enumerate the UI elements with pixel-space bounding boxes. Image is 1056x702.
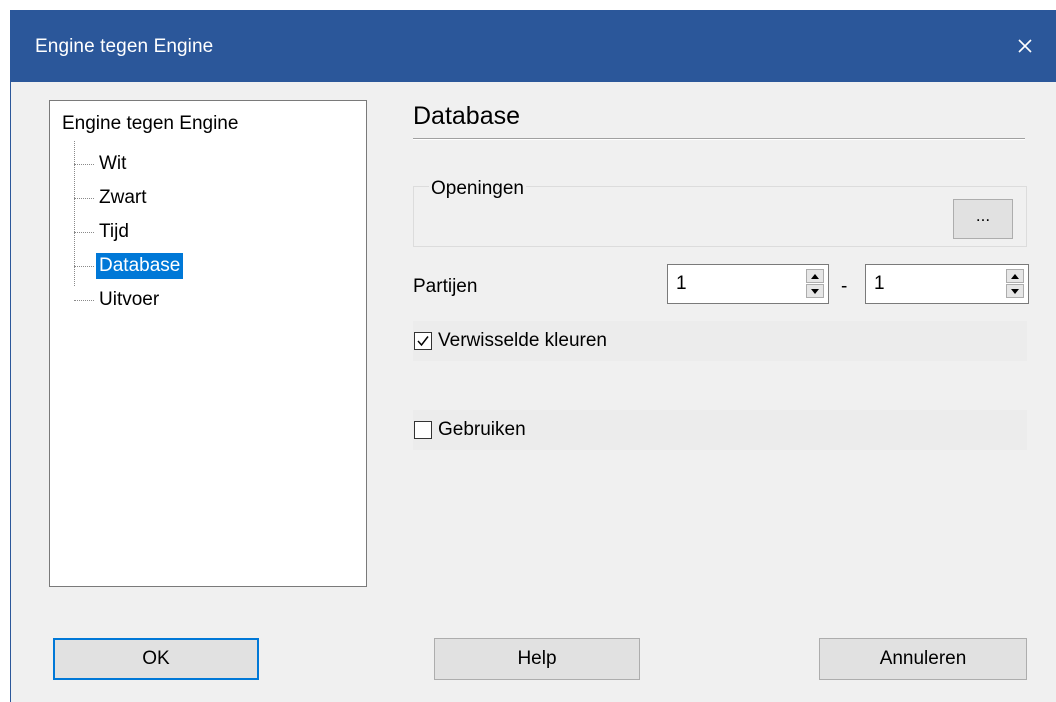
gebruiken-checkbox[interactable] xyxy=(414,421,432,439)
tree-item-zwart[interactable]: Zwart xyxy=(74,183,150,213)
arrow-up-icon xyxy=(1011,273,1019,279)
browse-openingen-button[interactable]: ... xyxy=(953,199,1013,239)
partijen-to-spinner[interactable]: 1 xyxy=(865,264,1029,304)
partijen-label: Partijen xyxy=(413,276,478,297)
verwisselde-kleuren-checkbox[interactable] xyxy=(414,332,432,350)
title-bar: Engine tegen Engine xyxy=(11,10,1056,82)
tree-connector xyxy=(74,231,94,233)
tree-root-item[interactable]: Engine tegen Engine xyxy=(62,113,238,135)
ok-button[interactable]: OK xyxy=(53,638,259,680)
spin-up-button[interactable] xyxy=(806,269,824,283)
checkmark-icon xyxy=(417,336,429,347)
arrow-up-icon xyxy=(811,273,819,279)
tree-connector xyxy=(74,197,94,199)
spin-up-button[interactable] xyxy=(1006,269,1024,283)
help-button[interactable]: Help xyxy=(434,638,640,680)
settings-tree[interactable]: Engine tegen Engine Wit Zwart Tijd Datab… xyxy=(49,100,367,587)
window-title: Engine tegen Engine xyxy=(35,36,214,57)
close-icon xyxy=(1018,39,1032,53)
partijen-from-spinner[interactable]: 1 xyxy=(667,264,829,304)
verwisselde-kleuren-option[interactable]: Verwisselde kleuren xyxy=(413,321,1027,361)
cancel-button[interactable]: Annuleren xyxy=(819,638,1027,680)
tree-item-tijd[interactable]: Tijd xyxy=(74,217,132,247)
spin-down-button[interactable] xyxy=(1006,284,1024,298)
arrow-down-icon xyxy=(811,288,819,294)
gebruiken-label[interactable]: Gebruiken xyxy=(438,419,526,441)
tree-item-uitvoer[interactable]: Uitvoer xyxy=(74,285,162,315)
range-separator: - xyxy=(841,276,848,297)
tree-item-label: Database xyxy=(96,253,184,279)
partijen-from-value[interactable]: 1 xyxy=(676,273,687,295)
tree-item-label: Zwart xyxy=(99,187,147,208)
partijen-to-value[interactable]: 1 xyxy=(874,273,885,295)
gebruiken-option[interactable]: Gebruiken xyxy=(413,410,1027,450)
tree-item-label: Wit xyxy=(99,153,127,174)
arrow-down-icon xyxy=(1011,288,1019,294)
tree-item-wit[interactable]: Wit xyxy=(74,149,129,179)
tree-item-label: Uitvoer xyxy=(99,289,160,310)
page-title: Database xyxy=(413,102,521,130)
spin-down-button[interactable] xyxy=(806,284,824,298)
verwisselde-kleuren-label[interactable]: Verwisselde kleuren xyxy=(438,330,607,352)
tree-connector xyxy=(74,299,94,301)
tree-item-database[interactable]: Database xyxy=(74,251,184,281)
dialog-window: Engine tegen Engine Engine tegen Engine … xyxy=(10,10,1056,702)
title-divider xyxy=(413,138,1025,140)
openingen-group-label: Openingen xyxy=(429,178,526,200)
tree-connector xyxy=(74,265,94,267)
tree-connector xyxy=(74,163,94,165)
close-button[interactable] xyxy=(993,10,1056,82)
tree-item-label: Tijd xyxy=(99,221,129,242)
